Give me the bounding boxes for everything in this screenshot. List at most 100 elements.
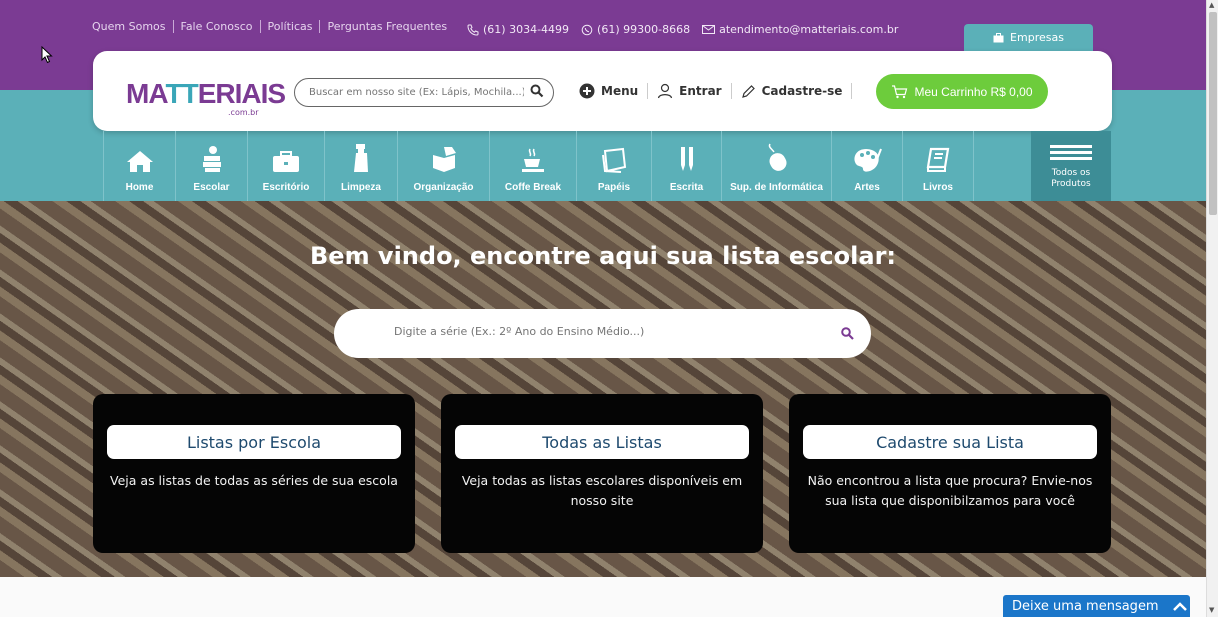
- mouse-icon: [768, 143, 786, 171]
- cart-label: Meu Carrinho R$ 0,00: [914, 84, 1033, 99]
- all-products-button[interactable]: Todos os Produtos: [1031, 131, 1111, 211]
- category-organizacao[interactable]: Organização: [397, 131, 489, 201]
- phone-contact[interactable]: (61) 3034-4499: [467, 23, 569, 36]
- pen-icon: [680, 147, 693, 171]
- category-sup-informatica[interactable]: Sup. de Informática: [721, 131, 831, 201]
- link-fale-conosco[interactable]: Fale Conosco: [172, 20, 260, 33]
- card-todas-as-listas[interactable]: Todas as Listas Veja todas as listas esc…: [441, 394, 763, 553]
- card-description: Não encontrou a lista que procura? Envie…: [807, 473, 1093, 508]
- category-label: Papéis: [597, 182, 631, 193]
- vertical-scrollbar[interactable]: ▲ ▼: [1206, 0, 1218, 617]
- category-papeis[interactable]: Papéis: [576, 131, 651, 201]
- category-label: Coffe Break: [504, 182, 562, 193]
- link-quem-somos[interactable]: Quem Somos: [92, 20, 173, 33]
- email-address: atendimento@matteriais.com.br: [719, 23, 899, 36]
- menu-label: Menu: [601, 84, 639, 98]
- contact-info: (61) 3034-4499 (61) 99300-8668 atendimen…: [467, 23, 898, 36]
- cart-button[interactable]: Meu Carrinho R$ 0,00: [876, 74, 1048, 109]
- category-home[interactable]: Home: [103, 131, 175, 201]
- coffee-icon: [522, 148, 544, 172]
- card-cadastre-sua-lista[interactable]: Cadastre sua Lista Não encontrou a lista…: [789, 394, 1111, 553]
- category-label: Escrita: [669, 182, 704, 193]
- search-icon[interactable]: [530, 84, 544, 98]
- category-limpeza[interactable]: Limpeza: [324, 131, 397, 201]
- all-products-label: Todos os Produtos: [1031, 168, 1111, 190]
- school-list-search-input[interactable]: [394, 325, 794, 338]
- card-listas-por-escola[interactable]: Listas por Escola Veja as listas de toda…: [93, 394, 415, 553]
- login-label: Entrar: [679, 84, 722, 98]
- pencil-icon: [741, 84, 755, 98]
- card-title[interactable]: Cadastre sua Lista: [803, 425, 1097, 459]
- logo-text-3: ERIAIS: [197, 78, 286, 109]
- menu-button[interactable]: Menu: [579, 83, 649, 99]
- category-escolar[interactable]: Escolar: [175, 131, 247, 201]
- logo-text-2: TT: [165, 78, 198, 109]
- whatsapp-icon: [581, 24, 593, 35]
- hero-banner: Bem vindo, encontre aqui sua lista escol…: [0, 201, 1206, 577]
- email-contact[interactable]: atendimento@matteriais.com.br: [702, 23, 898, 36]
- search-input[interactable]: [309, 87, 524, 98]
- category-label: Limpeza: [340, 182, 381, 193]
- whatsapp-contact[interactable]: (61) 99300-8668: [581, 23, 690, 36]
- site-logo[interactable]: MATTERIAIS: [126, 78, 286, 110]
- spray-bottle-icon: [354, 144, 368, 172]
- register-button[interactable]: Cadastre-se: [732, 83, 853, 99]
- palette-icon: [854, 148, 882, 172]
- category-label: Escritório: [262, 182, 310, 193]
- all-products-line2: Produtos: [1051, 179, 1091, 189]
- logo-text-1: MA: [126, 78, 166, 109]
- phone-icon: [467, 24, 479, 36]
- user-icon: [658, 83, 673, 99]
- category-coffe-break[interactable]: Coffe Break: [489, 131, 576, 201]
- site-search: [294, 78, 554, 107]
- logo-domain: .com.br: [228, 108, 259, 117]
- mouse-cursor-icon: [41, 46, 53, 64]
- whatsapp-number: (61) 99300-8668: [597, 23, 691, 36]
- scrollbar-thumb[interactable]: [1209, 12, 1217, 215]
- category-nav: Home Escolar Escritório Limpeza Organiza…: [103, 131, 974, 201]
- card-description: Veja as listas de todas as séries de sua…: [110, 473, 398, 488]
- category-label: Home: [125, 182, 154, 193]
- link-perguntas-frequentes[interactable]: Perguntas Frequentes: [319, 20, 454, 33]
- search-icon[interactable]: [841, 327, 854, 340]
- home-icon: [126, 151, 153, 172]
- chat-widget-button[interactable]: Deixe uma mensagem: [1003, 595, 1190, 617]
- login-button[interactable]: Entrar: [648, 83, 732, 99]
- category-label: Sup. de Informática: [730, 182, 823, 193]
- category-label: Livros: [922, 182, 953, 193]
- school-list-search: [334, 309, 871, 358]
- empresas-label: Empresas: [1010, 31, 1064, 44]
- category-livros[interactable]: Livros: [902, 131, 974, 201]
- school-icon: [202, 146, 221, 172]
- category-label: Escolar: [193, 182, 230, 193]
- scroll-up-arrow-icon[interactable]: ▲: [1209, 1, 1214, 9]
- header-nav: Menu Entrar Cadastre-se: [579, 83, 853, 99]
- briefcase-icon: [993, 32, 1004, 42]
- category-label: Organização: [413, 182, 474, 193]
- header: MATTERIAIS .com.br Menu Entrar Cadastre-…: [93, 51, 1112, 131]
- all-products-line1: Todos os: [1051, 168, 1091, 178]
- card-title[interactable]: Todas as Listas: [455, 425, 749, 459]
- register-label: Cadastre-se: [761, 84, 843, 98]
- paper-icon: [602, 147, 627, 173]
- mail-icon: [702, 25, 716, 34]
- category-escritorio[interactable]: Escritório: [247, 131, 324, 201]
- category-label: Artes: [854, 182, 880, 193]
- cart-icon: [892, 84, 908, 98]
- category-escrita[interactable]: Escrita: [651, 131, 721, 201]
- link-politicas[interactable]: Políticas: [259, 20, 320, 33]
- box-icon: [432, 147, 456, 172]
- card-description: Veja todas as listas escolares disponíve…: [461, 473, 743, 508]
- hero-title: Bem vindo, encontre aqui sua lista escol…: [310, 242, 896, 270]
- chevron-up-icon: [1172, 601, 1187, 611]
- briefcase-icon: [273, 151, 299, 172]
- plus-circle-icon: [579, 83, 595, 99]
- scroll-down-arrow-icon[interactable]: ▼: [1209, 606, 1214, 614]
- phone-number: (61) 3034-4499: [483, 23, 570, 36]
- card-title[interactable]: Listas por Escola: [107, 425, 401, 459]
- hamburger-icon: [1031, 145, 1111, 160]
- category-artes[interactable]: Artes: [831, 131, 902, 201]
- empresas-tab[interactable]: Empresas: [964, 24, 1093, 51]
- book-icon: [926, 147, 950, 172]
- top-links: Quem Somos Fale Conosco Políticas Pergun…: [92, 20, 454, 33]
